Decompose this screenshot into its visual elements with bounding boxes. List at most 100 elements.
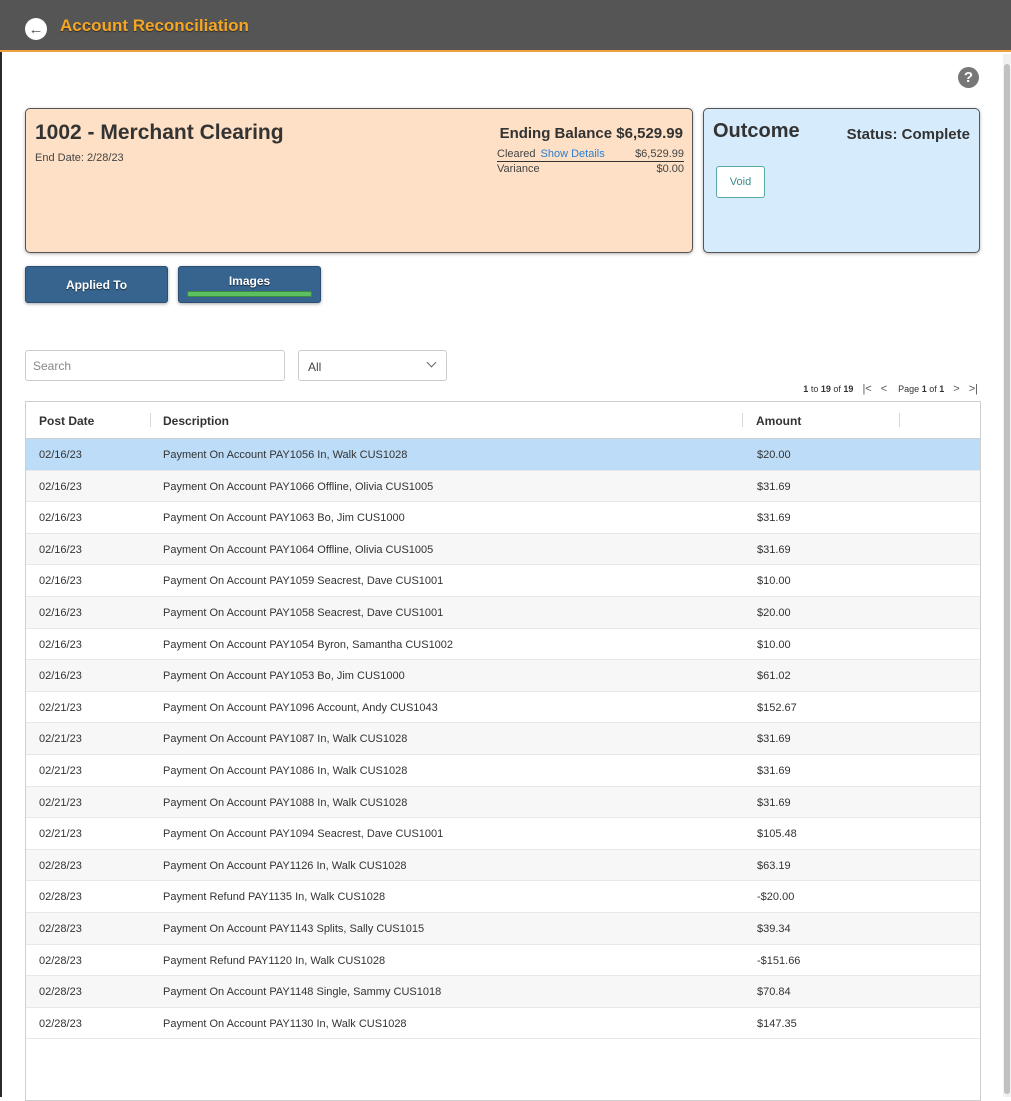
post-date-cell: 02/28/23	[39, 859, 82, 872]
amount-cell: $10.00	[757, 575, 791, 588]
table-row[interactable]: 02/21/23 Payment On Account PAY1086 In, W…	[26, 755, 980, 787]
table-row[interactable]: 02/28/23 Payment Refund PAY1135 In, Walk …	[26, 881, 980, 913]
pager-range-start: 1	[803, 384, 809, 394]
post-date-cell: 02/16/23	[39, 480, 82, 493]
column-separator[interactable]	[742, 413, 743, 427]
description-cell: Payment On Account PAY1087 In, Walk CUS1…	[163, 733, 408, 746]
page-indicator: Page 1 of 1	[898, 384, 944, 394]
filter-select[interactable]: All	[298, 350, 447, 381]
variance-row: Variance $0.00	[497, 162, 684, 176]
table-row[interactable]: 02/28/23 Payment On Account PAY1143 Split…	[26, 912, 980, 945]
post-date-cell: 02/28/23	[39, 986, 82, 999]
account-summary-card: 1002 - Merchant Clearing End Date: 2/28/…	[25, 108, 693, 253]
next-page-icon[interactable]: >	[953, 383, 959, 395]
cleared-label: Cleared	[497, 148, 536, 160]
pager-of: of	[833, 384, 841, 394]
description-cell: Payment On Account PAY1066 Offline, Oliv…	[163, 480, 434, 493]
column-separator[interactable]	[150, 413, 151, 427]
table-row[interactable]: 02/16/23 Payment On Account PAY1059 Seacr…	[26, 565, 980, 597]
amount-cell: $31.69	[757, 733, 791, 746]
prev-page-icon[interactable]: <	[881, 383, 887, 395]
post-date-cell: 02/28/23	[39, 954, 82, 967]
amount-cell: $152.67	[757, 701, 797, 714]
amount-cell: $70.84	[757, 986, 791, 999]
page-label: Page	[898, 384, 920, 394]
help-icon[interactable]: ?	[958, 67, 979, 88]
amount-cell: $31.69	[757, 512, 791, 525]
table-row[interactable]: 02/28/23 Payment On Account PAY1130 In, W…	[26, 1008, 980, 1040]
post-date-cell: 02/16/23	[39, 670, 82, 683]
post-date-cell: 02/21/23	[39, 733, 82, 746]
images-button[interactable]: Images	[178, 266, 321, 303]
table-row[interactable]: 02/21/23 Payment On Account PAY1096 Accou…	[26, 692, 980, 724]
amount-cell: $39.34	[757, 922, 791, 935]
column-header-description[interactable]: Description	[163, 414, 229, 428]
amount-cell: $61.02	[757, 670, 791, 683]
description-cell: Payment On Account PAY1130 In, Walk CUS1…	[163, 1017, 407, 1030]
description-cell: Payment On Account PAY1143 Splits, Sally…	[163, 922, 425, 935]
cleared-row: Cleared Show Details $6,529.99	[497, 147, 684, 162]
table-row[interactable]: 02/28/23 Payment Refund PAY1120 In, Walk …	[26, 945, 980, 977]
column-separator[interactable]	[899, 413, 900, 427]
pagination: 1 to 19 of 19 |< < Page 1 of 1 > >|	[803, 383, 978, 395]
table-row[interactable]: 02/21/23 Payment On Account PAY1094 Seacr…	[26, 818, 980, 850]
post-date-cell: 02/21/23	[39, 796, 82, 809]
pager-range-end: 19	[820, 384, 831, 394]
table-row[interactable]: 02/28/23 Payment On Account PAY1148 Singl…	[26, 976, 980, 1008]
table-row[interactable]: 02/16/23 Payment On Account PAY1056 In, W…	[26, 439, 980, 471]
last-page-icon[interactable]: >|	[969, 383, 978, 395]
images-active-indicator	[187, 291, 312, 297]
description-cell: Payment On Account PAY1058 Seacrest, Dav…	[163, 606, 444, 619]
table-row[interactable]: 02/16/23 Payment On Account PAY1063 Bo, J…	[26, 502, 980, 534]
pager-total: 19	[843, 384, 854, 394]
description-cell: Payment On Account PAY1096 Account, Andy…	[163, 701, 438, 714]
column-header-amount[interactable]: Amount	[756, 414, 801, 428]
ending-balance: Ending Balance $6,529.99	[500, 125, 683, 142]
table-row[interactable]: 02/16/23 Payment On Account PAY1053 Bo, J…	[26, 660, 980, 692]
show-details-link[interactable]: Show Details	[541, 148, 605, 160]
chevron-down-icon	[426, 357, 437, 368]
table-row[interactable]: 02/21/23 Payment On Account PAY1088 In, W…	[26, 786, 980, 819]
table-row[interactable]: 02/28/23 Payment On Account PAY1126 In, W…	[26, 849, 980, 882]
amount-cell: $20.00	[757, 606, 791, 619]
description-cell: Payment On Account PAY1126 In, Walk CUS1…	[163, 859, 407, 872]
description-cell: Payment On Account PAY1063 Bo, Jim CUS10…	[163, 512, 405, 525]
post-date-cell: 02/16/23	[39, 543, 82, 556]
amount-cell: $105.48	[757, 828, 797, 841]
top-bar: ← Account Reconciliation	[0, 0, 1011, 52]
table-row[interactable]: 02/16/23 Payment On Account PAY1058 Seacr…	[26, 596, 980, 629]
account-name: 1002 - Merchant Clearing	[35, 121, 284, 144]
table-row[interactable]: 02/16/23 Payment On Account PAY1064 Offli…	[26, 533, 980, 566]
filter-select-value: All	[308, 360, 322, 374]
first-page-icon[interactable]: |<	[862, 383, 871, 395]
post-date-cell: 02/16/23	[39, 575, 82, 588]
void-button[interactable]: Void	[716, 166, 765, 198]
table-header: Post Date Description Amount	[26, 402, 980, 439]
applied-to-button[interactable]: Applied To	[25, 266, 168, 303]
amount-cell: $63.19	[757, 859, 791, 872]
description-cell: Payment On Account PAY1148 Single, Sammy…	[163, 986, 442, 999]
column-header-post-date[interactable]: Post Date	[39, 414, 94, 428]
page-scrollbar-thumb[interactable]	[1004, 64, 1010, 1094]
left-border	[0, 52, 2, 1097]
post-date-cell: 02/21/23	[39, 764, 82, 777]
description-cell: Payment Refund PAY1120 In, Walk CUS1028	[163, 954, 386, 967]
ending-balance-label: Ending Balance	[499, 125, 613, 142]
transactions-table: Post Date Description Amount 02/16/23 Pay…	[25, 401, 981, 1101]
description-cell: Payment On Account PAY1064 Offline, Oliv…	[163, 543, 434, 556]
table-body: 02/16/23 Payment On Account PAY1056 In, W…	[26, 439, 980, 1040]
amount-cell: $31.69	[757, 764, 791, 777]
amount-cell: $147.35	[757, 1017, 797, 1030]
table-row[interactable]: 02/21/23 Payment On Account PAY1087 In, W…	[26, 723, 980, 755]
table-row[interactable]: 02/16/23 Payment On Account PAY1066 Offli…	[26, 470, 980, 503]
back-arrow-icon[interactable]: ←	[25, 18, 47, 40]
table-row[interactable]: 02/16/23 Payment On Account PAY1054 Byron…	[26, 629, 980, 661]
search-input[interactable]	[25, 350, 285, 381]
page-of: of	[929, 384, 937, 394]
cleared-amount: $6,529.99	[635, 148, 684, 160]
outcome-title: Outcome	[713, 120, 800, 142]
variance-amount: $0.00	[656, 163, 684, 175]
amount-cell: $31.69	[757, 796, 791, 809]
description-cell: Payment On Account PAY1056 In, Walk CUS1…	[163, 449, 408, 461]
post-date-cell: 02/21/23	[39, 828, 82, 841]
